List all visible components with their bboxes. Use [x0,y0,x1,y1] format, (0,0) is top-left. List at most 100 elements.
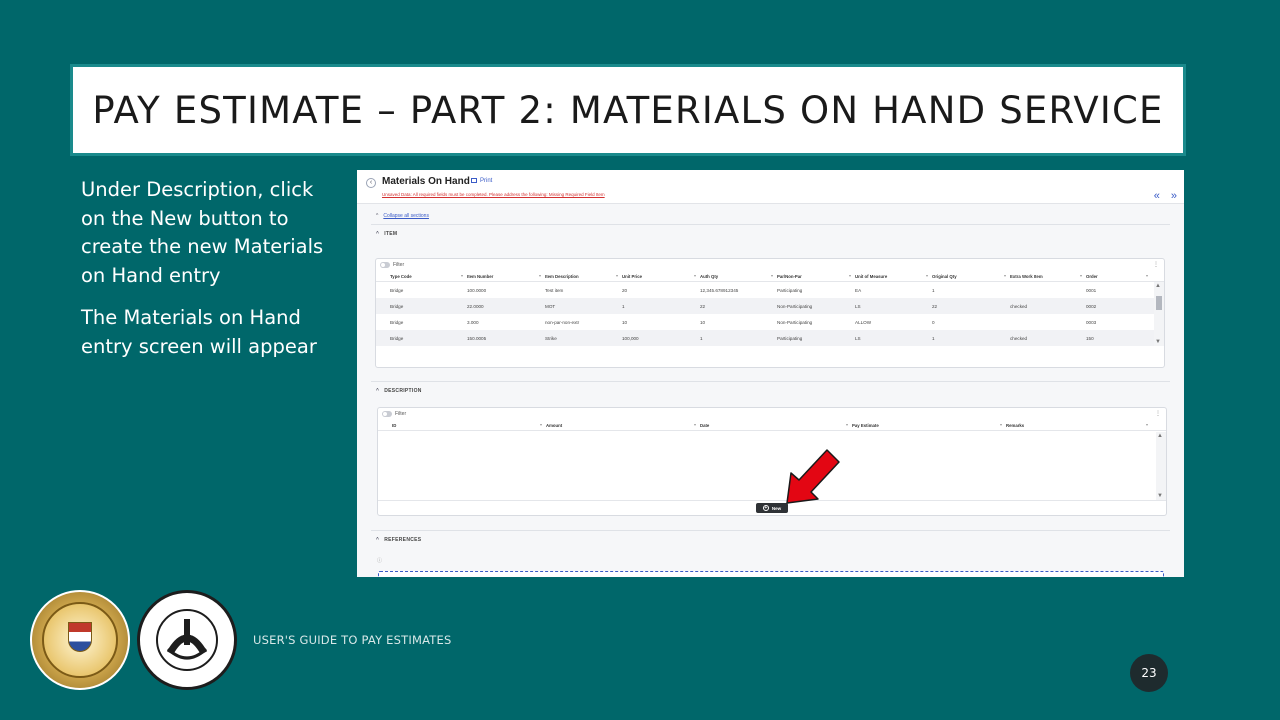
collapse-all-link[interactable]: ^ Collapse all sections [376,213,429,219]
col-pay-estimate[interactable]: Pay Estimate [851,422,1005,428]
divider [371,530,1170,531]
back-chevron-icon[interactable]: ‹ [366,178,376,188]
info-icon: ⓘ [377,558,383,564]
caret-up-icon: ^ [376,537,380,543]
caret-up-icon: ^ [376,388,380,394]
item-grid: Filter ⋮ Type Code Item Number Item Desc… [375,258,1165,368]
slide-title-box: PAY ESTIMATE – PART 2: MATERIALS ON HAND… [70,64,1186,156]
instruction-text: Under Description, click on the New butt… [81,176,341,375]
col-id[interactable]: ID [391,422,545,428]
cell: Participating [777,287,803,293]
col-par-non-par[interactable]: Par/Non-Par [776,273,854,279]
col-remarks[interactable]: Remarks [1005,422,1151,428]
unsaved-warning[interactable]: Unsaved Data: All required fields must b… [382,192,605,197]
cell: EA [855,287,862,293]
scroll-up-icon[interactable]: ▲ [1157,433,1163,439]
cell: 22.0000 [467,303,484,309]
plus-circle-icon: + [762,505,769,511]
section-references-header[interactable]: ^ REFERENCES [376,537,421,543]
filter-row: Filter ⋮ [376,259,1164,271]
table-row[interactable]: Bridge 150.0005 Strike 100,000 1 Partici… [376,330,1164,346]
description-grid-scrollbar[interactable]: ▲ ▼ [1156,432,1166,500]
instruction-bullet-1: Under Description, click on the New butt… [81,178,324,287]
kebab-menu-icon[interactable]: ⋮ [1153,261,1159,268]
scroll-thumb[interactable] [1156,296,1162,310]
cell: 22 [700,303,706,309]
table-row[interactable]: Bridge 22.0000 MOT 1 22 Non-Participatin… [376,298,1164,314]
cell: 22 [932,303,938,309]
cell: 10 [700,319,706,325]
caret-up-icon: ^ [376,213,379,219]
section-item-header[interactable]: ^ ITEM [376,231,397,237]
footer-text: USER'S GUIDE TO PAY ESTIMATES [253,633,452,647]
cell: LS [855,335,861,341]
cell: Bridge [390,287,404,293]
col-item-description[interactable]: Item Description [544,273,621,279]
references-dropzone[interactable] [378,571,1164,577]
section-description-label: DESCRIPTION [384,388,422,394]
cell: 0003 [1086,319,1097,325]
divider [371,381,1170,382]
cell: 1 [622,303,625,309]
col-order[interactable]: Order [1085,273,1151,279]
filter-toggle[interactable] [382,411,392,417]
callout-arrow [786,449,840,504]
divider [378,500,1166,501]
cell: Non-Participating [777,319,813,325]
dot-emblem [156,609,218,671]
section-description-header[interactable]: ^ DESCRIPTION [376,388,422,394]
scroll-down-icon[interactable]: ▼ [1155,339,1161,345]
cell: 0001 [1086,287,1097,293]
print-label: Print [480,178,493,185]
printer-icon [471,178,477,183]
cell: Test item [545,287,564,293]
col-extra-work-item[interactable]: Extra Work Item [1009,273,1085,279]
scroll-down-icon[interactable]: ▼ [1157,493,1163,499]
item-grid-header: Type Code Item Number Item Description U… [376,271,1164,282]
slide-title: PAY ESTIMATE – PART 2: MATERIALS ON HAND… [92,88,1164,132]
filter-label: Filter [393,262,405,268]
seal-shield [68,622,92,652]
cell: 10 [622,319,628,325]
page-number: 23 [1130,654,1168,692]
divider [371,224,1170,225]
cell: Strike [545,335,557,341]
cell: 100,000 [622,335,639,341]
cell: 1 [700,335,703,341]
item-grid-scrollbar[interactable]: ▲ ▼ [1154,282,1164,346]
table-row[interactable]: Bridge 100.0000 Test item 20 12,345.6789… [376,282,1164,298]
table-row[interactable]: Bridge 3.000 non-par-non-extr 10 10 Non-… [376,314,1164,330]
filter-label: Filter [395,411,407,417]
new-button-label: New [771,505,782,511]
cell: 1 [932,335,935,341]
col-original-qty[interactable]: Original Qty [931,273,1009,279]
department-of-transportation-logo [137,590,237,690]
cell: 0002 [1086,303,1097,309]
cell: Bridge [390,335,404,341]
col-amount[interactable]: Amount [545,422,699,428]
col-item-number[interactable]: Item Number [466,273,544,279]
scroll-up-icon[interactable]: ▲ [1155,283,1161,289]
app-header: ‹ Materials On Hand Print Unsaved Data: … [357,170,1184,204]
cell: MOT [545,303,556,309]
filter-toggle[interactable] [380,262,390,268]
cell: 20 [622,287,628,293]
cell: ALLOW [855,319,872,325]
double-chevron-icon[interactable]: « » [1154,190,1181,202]
col-date[interactable]: Date [699,422,851,428]
cell: 1 [932,287,935,293]
cell: 150.0005 [467,335,487,341]
col-auth-qty[interactable]: Auth Qty [699,273,776,279]
cell: Participating [777,335,803,341]
cell: 0 [932,319,935,325]
col-type-code[interactable]: Type Code [389,273,466,279]
state-of-hawaii-seal [30,590,130,690]
cell: Non-Participating [777,303,813,309]
col-unit-price[interactable]: Unit Price [621,273,699,279]
kebab-menu-icon[interactable]: ⋮ [1155,410,1161,417]
print-link[interactable]: Print [471,178,492,184]
col-unit-of-measure[interactable]: Unit of Measure [854,273,931,279]
cell: checked [1010,303,1028,309]
section-references-label: REFERENCES [384,537,422,543]
app-screenshot: ‹ Materials On Hand Print Unsaved Data: … [357,170,1184,577]
